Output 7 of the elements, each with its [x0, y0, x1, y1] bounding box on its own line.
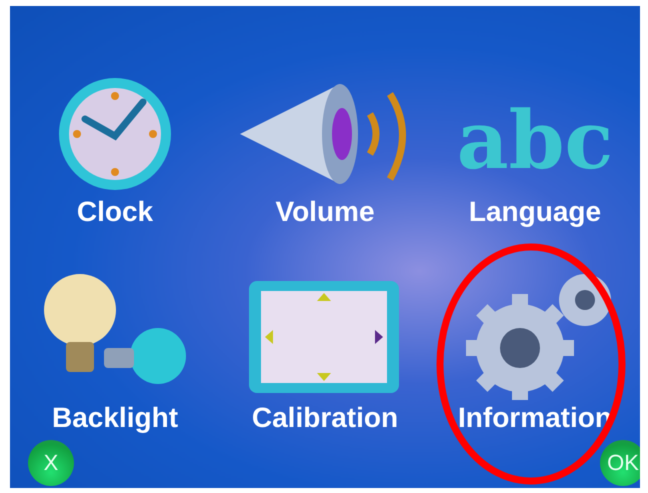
menu-label[interactable]: Language: [468, 194, 602, 230]
menu-label[interactable]: Information: [458, 400, 612, 436]
menu-label[interactable]: Calibration: [252, 400, 398, 436]
menu-label[interactable]: Backlight: [52, 400, 178, 436]
menu-label[interactable]: Clock: [76, 194, 154, 230]
letters-icon[interactable]: abc: [456, 100, 614, 194]
menu-label[interactable]: Volume: [275, 194, 375, 230]
